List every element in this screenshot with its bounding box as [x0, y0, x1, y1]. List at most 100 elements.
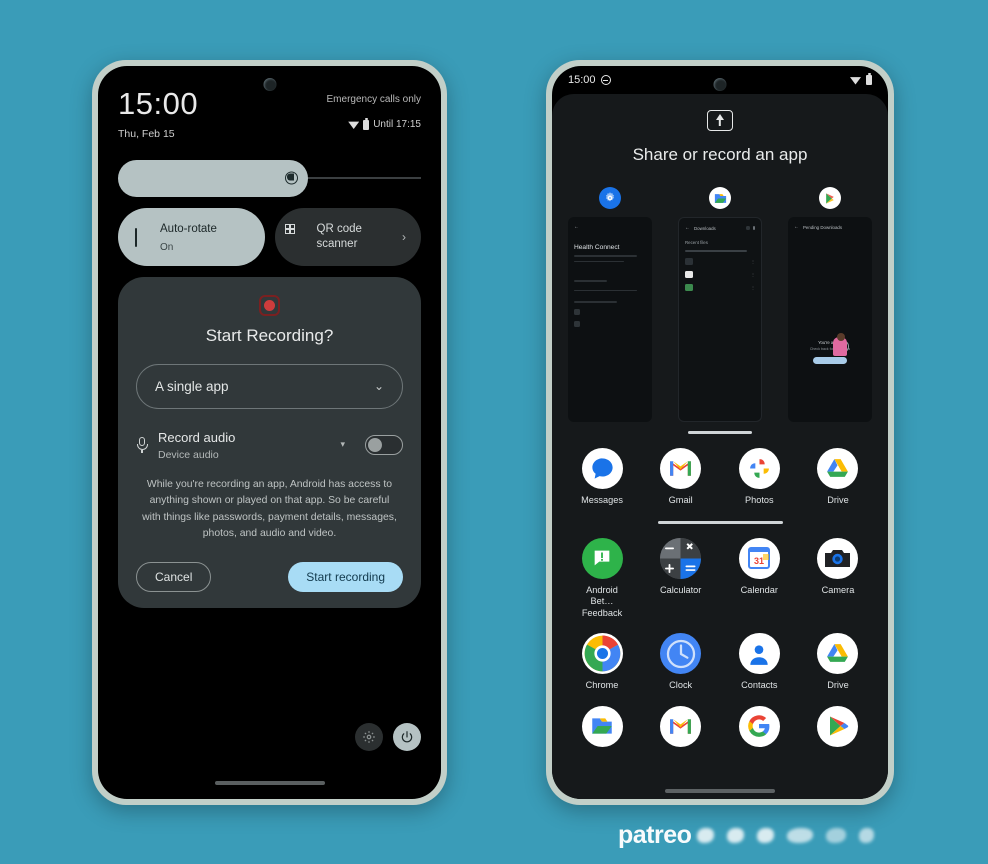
- recording-scope-value: A single app: [155, 378, 229, 394]
- app-label: Drive: [827, 680, 849, 690]
- quick-settings-panel: 15:00 Thu, Feb 15 Emergency calls only U…: [98, 66, 441, 799]
- app-android-beta-feedback[interactable]: Android Bet… Feedback: [574, 537, 630, 620]
- app-files[interactable]: [574, 705, 630, 753]
- phone-left-screen: 15:00 Thu, Feb 15 Emergency calls only U…: [98, 66, 441, 799]
- home-indicator[interactable]: [214, 781, 325, 785]
- app-messages[interactable]: Messages: [574, 448, 630, 507]
- preview-card: ← Health Connect: [568, 217, 652, 422]
- watermark-text: patreo: [618, 821, 692, 849]
- date: Thu, Feb 15: [118, 127, 175, 140]
- files-icon: [709, 187, 731, 209]
- camera-icon: [817, 537, 859, 579]
- app-drive-2[interactable]: Drive: [810, 633, 866, 692]
- preview-card-header: Downloads: [694, 225, 716, 231]
- preview-scroll-handle[interactable]: [688, 431, 752, 434]
- dialog-title: Start Recording?: [205, 325, 334, 345]
- dialog-body-text: While you're recording an app, Android h…: [142, 478, 397, 540]
- preview-card-title: Health Connect: [574, 244, 620, 251]
- app-drive[interactable]: Drive: [810, 448, 866, 507]
- phone-right: 15:00 Share or record an app ← Health Co…: [546, 60, 894, 805]
- tile-auto-rotate[interactable]: Auto-rotate On: [118, 207, 265, 266]
- app-grid-row: Chrome Clock Contacts Drive: [574, 633, 866, 692]
- app-label: Clock: [669, 680, 693, 690]
- home-indicator[interactable]: [665, 789, 775, 793]
- app-label: Gmail: [668, 495, 693, 505]
- calculator-icon: [660, 537, 702, 579]
- clock: 15:00: [118, 86, 199, 121]
- app-preview-settings[interactable]: ← Health Connect: [568, 187, 652, 422]
- watermark: patreo: [618, 821, 875, 850]
- record-audio-row[interactable]: Record audio Device audio ▾: [136, 429, 403, 461]
- app-grid-divider[interactable]: [657, 520, 783, 524]
- play-store-icon: [817, 705, 859, 747]
- sheet-title: Share or record an app: [632, 145, 808, 164]
- chevron-down-icon: ⌄: [373, 379, 384, 394]
- quick-settings-footer: [355, 723, 421, 751]
- battery-until-label: Until 17:15: [373, 119, 421, 130]
- app-chrome[interactable]: Chrome: [574, 633, 630, 692]
- brightness-slider[interactable]: [118, 159, 421, 197]
- app-gmail[interactable]: Gmail: [653, 448, 709, 507]
- app-calendar[interactable]: 31 Calendar: [731, 537, 787, 620]
- cancel-button[interactable]: Cancel: [136, 562, 212, 593]
- app-preview-play-store[interactable]: ← Pending Downloads You're all set Check…: [788, 187, 872, 422]
- app-label: Calculator: [659, 584, 702, 595]
- back-icon: ←: [574, 224, 579, 230]
- app-contacts[interactable]: Contacts: [731, 633, 787, 692]
- app-grid: Messages Gmail Photos Drive Android Bet……: [552, 448, 888, 753]
- tile-auto-rotate-label: Auto-rotate: [160, 222, 217, 235]
- app-label: Drive: [827, 495, 849, 505]
- battery-status-line: Until 17:15: [327, 117, 421, 130]
- tile-qr-code-scanner[interactable]: QR code scanner ›: [274, 207, 421, 266]
- back-icon: ←: [685, 225, 690, 231]
- bell-icon: [600, 75, 611, 85]
- clock-icon: [660, 633, 702, 674]
- app-grid-row: Messages Gmail Photos Drive: [574, 448, 866, 507]
- quick-settings-tiles: Auto-rotate On QR code scanner ›: [118, 207, 421, 266]
- app-preview-files[interactable]: ← Downloads Recent files ⋮ ⋮ ⋮: [678, 187, 762, 422]
- record-audio-toggle[interactable]: [365, 434, 403, 455]
- chrome-icon: [581, 633, 623, 674]
- app-clock[interactable]: Clock: [653, 633, 709, 692]
- power-icon[interactable]: [393, 723, 421, 751]
- drive-icon: [817, 633, 859, 674]
- app-grid-row: Android Bet… Feedback Calculator 31 Cale…: [574, 537, 866, 620]
- play-store-icon: [819, 187, 841, 209]
- record-audio-sublabel: Device audio: [158, 448, 219, 461]
- recording-scope-select[interactable]: A single app ⌄: [136, 363, 403, 409]
- browse-apps-button[interactable]: [813, 357, 847, 364]
- back-icon: ←: [794, 224, 799, 230]
- app-calculator[interactable]: Calculator: [653, 537, 709, 620]
- settings-icon: [599, 187, 621, 209]
- app-label: Chrome: [585, 680, 619, 690]
- microphone-icon: [136, 436, 148, 453]
- app-photos[interactable]: Photos: [731, 448, 787, 507]
- app-label: Calendar: [740, 584, 778, 595]
- phone-left: 15:00 Thu, Feb 15 Emergency calls only U…: [92, 60, 447, 805]
- brightness-icon: [285, 171, 298, 185]
- preview-card: ← Pending Downloads You're all set Check…: [788, 217, 872, 422]
- battery-icon: [363, 117, 370, 130]
- preview-card-header: Pending Downloads: [803, 224, 843, 230]
- app-play-store[interactable]: [810, 705, 866, 753]
- android-beta-feedback-icon: [581, 537, 623, 579]
- share-screen-icon: [707, 110, 733, 131]
- brightness-slider-fill: [118, 159, 308, 197]
- quick-settings-header: 15:00 Thu, Feb 15 Emergency calls only U…: [118, 86, 421, 140]
- dialog-actions: Cancel Start recording: [136, 562, 403, 593]
- tile-qr-code-scanner-label: QR code scanner: [316, 223, 362, 250]
- gmail-icon: [660, 448, 702, 489]
- tile-auto-rotate-sublabel: On: [160, 241, 174, 253]
- app-camera[interactable]: Camera: [810, 537, 866, 620]
- preview-section-label: Recent files: [685, 240, 708, 245]
- gear-icon[interactable]: [355, 723, 383, 751]
- app-gmail-2[interactable]: [653, 705, 709, 753]
- svg-text:31: 31: [754, 556, 764, 566]
- qr-icon: [284, 223, 306, 245]
- start-recording-button[interactable]: Start recording: [288, 562, 403, 593]
- app-google[interactable]: [731, 705, 787, 753]
- rotate-icon: [133, 227, 149, 247]
- wifi-icon: [850, 77, 861, 85]
- record-audio-caret-icon[interactable]: ▾: [340, 439, 345, 450]
- watermark-blurred-glyphs: [697, 828, 875, 843]
